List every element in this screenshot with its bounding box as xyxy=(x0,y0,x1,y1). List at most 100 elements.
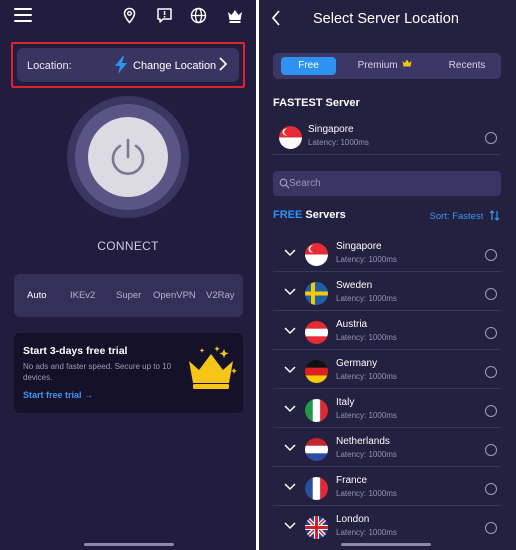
chevron-down-icon[interactable] xyxy=(284,365,296,374)
page-title: Select Server Location xyxy=(313,11,459,27)
crown-illustration-icon xyxy=(189,346,237,389)
server-radio[interactable] xyxy=(485,405,497,417)
protocol-auto[interactable]: Auto xyxy=(27,290,47,301)
free-servers-heading: FREE Servers xyxy=(273,209,346,221)
location-label: Location: xyxy=(27,60,72,72)
server-latency: Latency: 1000ms xyxy=(336,450,397,459)
server-radio[interactable] xyxy=(485,249,497,261)
change-location-link[interactable]: Change Location xyxy=(133,60,216,72)
server-latency: Latency: 1000ms xyxy=(336,333,397,342)
server-latency: Latency: 1000ms xyxy=(336,411,397,420)
free-word: FREE xyxy=(273,209,303,221)
singapore-flag-icon xyxy=(279,126,302,149)
home-indicator xyxy=(84,543,174,546)
feedback-icon[interactable] xyxy=(156,7,173,24)
lightning-icon xyxy=(115,56,127,74)
netherlands-flag-icon xyxy=(305,438,328,461)
premium-crown-icon xyxy=(402,59,412,67)
server-row-singapore[interactable]: Singapore Latency: 1000ms xyxy=(273,238,501,272)
server-name: Italy xyxy=(336,397,355,408)
server-latency: Latency: 1000ms xyxy=(336,489,397,498)
server-row-france[interactable]: France Latency: 1000ms xyxy=(273,472,501,506)
server-latency: Latency: 1000ms xyxy=(336,294,397,303)
server-radio[interactable] xyxy=(485,522,497,534)
connect-label: CONNECT xyxy=(97,239,159,253)
austria-flag-icon xyxy=(305,321,328,344)
server-row-austria[interactable]: Austria Latency: 1000ms xyxy=(273,316,501,350)
start-trial-link[interactable]: Start free trial → xyxy=(23,390,93,400)
protocol-openvpn[interactable]: OpenVPN xyxy=(153,290,196,301)
chevron-right-icon xyxy=(219,57,227,71)
location-highlight-box: Location: Change Location xyxy=(11,42,245,88)
server-name: Austria xyxy=(336,319,368,330)
power-button-ring xyxy=(67,96,189,218)
server-tabs: Free Premium Recents xyxy=(273,53,501,79)
connect-power-button[interactable] xyxy=(88,117,168,197)
server-radio[interactable] xyxy=(485,132,497,144)
power-button-halo xyxy=(75,104,181,210)
server-row-london[interactable]: London Latency: 1000ms xyxy=(273,511,501,545)
server-row-germany[interactable]: Germany Latency: 1000ms xyxy=(273,355,501,389)
servers-word: Servers xyxy=(302,209,346,221)
server-radio[interactable] xyxy=(485,288,497,300)
location-pin-icon[interactable] xyxy=(121,7,138,24)
chevron-down-icon[interactable] xyxy=(284,326,296,335)
chevron-down-icon[interactable] xyxy=(284,248,296,257)
home-indicator xyxy=(341,543,431,546)
search-input[interactable] xyxy=(289,175,489,192)
change-location-bar[interactable]: Location: Change Location xyxy=(17,48,239,82)
chevron-down-icon[interactable] xyxy=(284,521,296,530)
server-row-netherlands[interactable]: Netherlands Latency: 1000ms xyxy=(273,433,501,467)
server-name: Germany xyxy=(336,358,378,369)
search-bar xyxy=(273,171,501,196)
trial-title: Start 3-days free trial xyxy=(23,345,128,357)
tab-premium-label: Premium xyxy=(357,60,398,71)
server-name: France xyxy=(336,475,368,486)
server-name: Sweden xyxy=(336,280,373,291)
globe-icon[interactable] xyxy=(190,7,207,24)
sweden-flag-icon xyxy=(305,282,328,305)
server-name: Netherlands xyxy=(336,436,390,447)
germany-flag-icon xyxy=(305,360,328,383)
sort-icon xyxy=(489,210,500,221)
sort-label: Sort: Fastest xyxy=(429,211,484,222)
fastest-server-row[interactable]: Singapore Latency: 1000ms xyxy=(273,121,501,155)
chevron-down-icon[interactable] xyxy=(284,287,296,296)
server-latency: Latency: 1000ms xyxy=(308,138,369,147)
trial-description: No ads and faster speed. Secure up to 10… xyxy=(23,362,172,382)
chevron-down-icon[interactable] xyxy=(284,482,296,491)
protocol-v2ray[interactable]: V2Ray xyxy=(206,290,235,301)
server-name: London xyxy=(336,514,370,525)
server-radio[interactable] xyxy=(485,483,497,495)
tab-premium[interactable]: Premium xyxy=(357,57,413,75)
free-trial-card: Start 3-days free trial No ads and faste… xyxy=(14,333,243,413)
vpn-home-screen: Location: Change Location CONNECT Auto I… xyxy=(0,0,256,550)
tab-free[interactable]: Free xyxy=(281,57,336,75)
server-radio[interactable] xyxy=(485,327,497,339)
crown-icon[interactable] xyxy=(226,7,244,24)
server-latency: Latency: 1000ms xyxy=(336,528,397,537)
fastest-server-heading: FASTEST Server xyxy=(273,97,360,109)
server-row-sweden[interactable]: Sweden Latency: 1000ms xyxy=(273,277,501,311)
server-latency: Latency: 1000ms xyxy=(336,372,397,381)
menu-icon[interactable] xyxy=(14,8,32,22)
france-flag-icon xyxy=(305,477,328,500)
server-radio[interactable] xyxy=(485,366,497,378)
chevron-down-icon[interactable] xyxy=(284,443,296,452)
top-bar xyxy=(0,0,256,34)
server-row-italy[interactable]: Italy Latency: 1000ms xyxy=(273,394,501,428)
server-latency: Latency: 1000ms xyxy=(336,255,397,264)
protocol-ikev2[interactable]: IKEv2 xyxy=(70,290,95,301)
server-name: Singapore xyxy=(308,124,354,135)
italy-flag-icon xyxy=(305,399,328,422)
server-location-screen: Select Server Location Free Premium Rece… xyxy=(259,0,516,550)
power-icon xyxy=(111,138,145,175)
protocol-super[interactable]: Super xyxy=(116,290,141,301)
back-arrow-icon[interactable] xyxy=(271,10,281,26)
chevron-down-icon[interactable] xyxy=(284,404,296,413)
tab-recents[interactable]: Recents xyxy=(439,57,495,75)
sort-fastest-button[interactable]: Sort: Fastest xyxy=(430,210,501,222)
uk-flag-icon xyxy=(305,516,328,539)
server-radio[interactable] xyxy=(485,444,497,456)
server-name: Singapore xyxy=(336,241,382,252)
